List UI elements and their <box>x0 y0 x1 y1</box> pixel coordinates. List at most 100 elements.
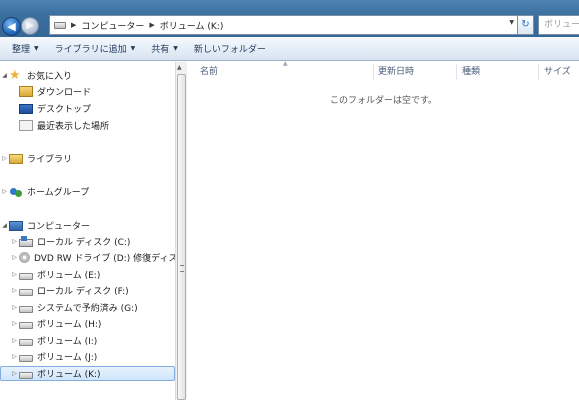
column-header-size[interactable]: サイズ <box>544 64 571 80</box>
expanded-arrow-icon[interactable]: ◢ <box>0 72 9 79</box>
computer-icon <box>9 220 23 231</box>
tree-item-computer[interactable]: ◢ コンピューター <box>0 218 90 233</box>
drive-icon <box>19 338 33 346</box>
address-bar[interactable]: ▶ コンピューター ▶ ボリューム (K:) ▼ <box>49 15 518 35</box>
tree-item-drive-i[interactable]: ▷ ボリューム (I:) <box>10 333 97 348</box>
empty-folder-message: このフォルダーは空です。 <box>329 96 438 106</box>
tree-item-drive-h[interactable]: ▷ ボリューム (H:) <box>10 316 101 331</box>
share-menu[interactable]: 共有 ▼ <box>143 38 186 60</box>
navigation-pane: ◢ お気に入り ダウンロード デスクトップ 最近表示した場所 ▷ ライブラリ ▷… <box>0 62 186 400</box>
scrollbar-grip-icon <box>180 265 184 272</box>
collapsed-arrow-icon[interactable]: ▷ <box>10 271 19 278</box>
command-bar: 整理 ▼ ライブラリに追加 ▼ 共有 ▼ 新しいフォルダー <box>0 37 579 61</box>
new-folder-label: 新しいフォルダー <box>193 45 266 55</box>
downloads-folder-icon <box>19 86 33 97</box>
dvd-drive-icon <box>19 252 30 263</box>
chevron-down-icon: ▼ <box>130 45 136 52</box>
libraries-label: ライブラリ <box>27 155 73 165</box>
drive-label: システムで予約済み (G:) <box>37 304 138 314</box>
downloads-label: ダウンロード <box>37 88 92 98</box>
tree-item-drive-c[interactable]: ▷ ローカル ディスク (C:) <box>10 234 130 249</box>
tree-item-drive-g[interactable]: ▷ システムで予約済み (G:) <box>10 300 138 315</box>
expanded-arrow-icon[interactable]: ◢ <box>0 222 9 229</box>
collapsed-arrow-icon[interactable]: ▷ <box>10 353 19 360</box>
drive-label: ボリューム (I:) <box>37 337 98 347</box>
collapsed-arrow-icon[interactable]: ▷ <box>10 254 19 261</box>
system-drive-icon <box>19 236 33 247</box>
homegroup-icon <box>9 186 23 198</box>
forward-button[interactable]: ▶ <box>21 17 39 35</box>
include-in-library-menu[interactable]: ライブラリに追加 ▼ <box>47 38 144 60</box>
desktop-icon <box>19 104 33 114</box>
favorites-label: お気に入り <box>27 72 73 82</box>
drive-icon <box>19 272 33 280</box>
chevron-right-icon[interactable]: ▶ <box>149 21 154 29</box>
desktop-label: デスクトップ <box>37 105 92 115</box>
address-bar-area: ◀ ▶ ▶ コンピューター ▶ ボリューム (K:) ▼ ↻ ボリュー... <box>0 0 579 37</box>
column-header-type[interactable]: 種類 <box>462 64 480 80</box>
share-label: 共有 <box>151 45 170 55</box>
tree-item-homegroup[interactable]: ▷ ホームグループ <box>0 184 89 199</box>
search-placeholder: ボリュー... <box>544 20 579 30</box>
navigation-pane-scrollbar[interactable]: ▲ <box>175 62 187 400</box>
forward-arrow-icon: ▶ <box>26 20 34 31</box>
recent-places-icon <box>19 120 33 131</box>
tree-item-drive-d[interactable]: ▷ DVD RW ドライブ (D:) 修復ディスク <box>10 250 186 265</box>
collapsed-arrow-icon[interactable]: ▷ <box>10 337 19 344</box>
refresh-button[interactable]: ↻ <box>518 15 534 35</box>
back-arrow-icon: ◀ <box>7 20 16 33</box>
drive-label: ボリューム (E:) <box>37 271 101 281</box>
collapsed-arrow-icon[interactable]: ▷ <box>10 287 19 294</box>
collapsed-arrow-icon[interactable]: ▷ <box>10 370 19 377</box>
breadcrumb-volume-k[interactable]: ボリューム (K:) <box>160 19 224 32</box>
collapsed-arrow-icon[interactable]: ▷ <box>0 188 9 195</box>
organize-menu[interactable]: 整理 ▼ <box>0 38 47 60</box>
column-header-name[interactable]: 名前 <box>200 64 218 80</box>
drive-icon <box>19 371 33 379</box>
column-header-date-modified[interactable]: 更新日時 <box>378 64 414 80</box>
drive-icon <box>54 21 66 29</box>
drive-icon <box>19 321 33 329</box>
tree-item-favorites[interactable]: ◢ お気に入り <box>0 68 72 83</box>
column-divider[interactable] <box>456 64 457 80</box>
drive-icon <box>19 354 33 362</box>
tree-item-drive-f[interactable]: ▷ ローカル ディスク (F:) <box>10 283 129 298</box>
refresh-icon: ↻ <box>521 19 530 30</box>
organize-label: 整理 <box>12 45 31 55</box>
column-divider[interactable] <box>538 64 539 80</box>
drive-label: ボリューム (H:) <box>37 320 102 330</box>
tree-item-libraries[interactable]: ▷ ライブラリ <box>0 151 72 166</box>
include-library-label: ライブラリに追加 <box>54 45 127 55</box>
collapsed-arrow-icon[interactable]: ▷ <box>10 304 19 311</box>
chevron-right-icon[interactable]: ▶ <box>71 21 76 29</box>
library-icon <box>9 153 23 164</box>
drive-label: DVD RW ドライブ (D:) 修復ディスク <box>34 254 187 264</box>
tree-item-drive-e[interactable]: ▷ ボリューム (E:) <box>10 267 100 282</box>
breadcrumb-computer[interactable]: コンピューター <box>81 19 144 32</box>
tree-item-desktop[interactable]: デスクトップ <box>19 101 91 116</box>
file-list-pane[interactable]: ▲ 名前 更新日時 種類 サイズ このフォルダーは空です。 <box>188 60 579 400</box>
collapsed-arrow-icon[interactable]: ▷ <box>10 320 19 327</box>
tree-item-downloads[interactable]: ダウンロード <box>19 84 91 99</box>
homegroup-label: ホームグループ <box>27 188 90 198</box>
star-icon <box>9 68 23 83</box>
search-input[interactable]: ボリュー... <box>538 15 579 35</box>
collapsed-arrow-icon[interactable]: ▷ <box>0 155 9 162</box>
collapsed-arrow-icon[interactable]: ▷ <box>10 238 19 245</box>
column-divider[interactable] <box>373 64 374 80</box>
tree-item-recent-places[interactable]: 最近表示した場所 <box>19 118 109 133</box>
drive-label: ローカル ディスク (C:) <box>37 238 131 248</box>
tree-item-drive-j[interactable]: ▷ ボリューム (J:) <box>10 349 97 364</box>
back-button[interactable]: ◀ <box>2 17 21 36</box>
tree-item-drive-k[interactable]: ▷ ボリューム (K:) <box>0 366 175 381</box>
recent-places-label: 最近表示した場所 <box>37 122 110 132</box>
scroll-up-arrow-icon[interactable]: ▲ <box>177 64 182 71</box>
drive-icon <box>19 288 33 296</box>
scrollbar-thumb[interactable] <box>177 74 186 400</box>
chevron-down-icon: ▼ <box>173 45 178 52</box>
chevron-down-icon: ▼ <box>34 45 39 52</box>
drive-label: ローカル ディスク (F:) <box>37 287 129 297</box>
computer-label: コンピューター <box>27 222 91 232</box>
new-folder-button[interactable]: 新しいフォルダー <box>186 38 274 60</box>
address-history-dropdown-icon[interactable]: ▼ <box>509 19 514 26</box>
